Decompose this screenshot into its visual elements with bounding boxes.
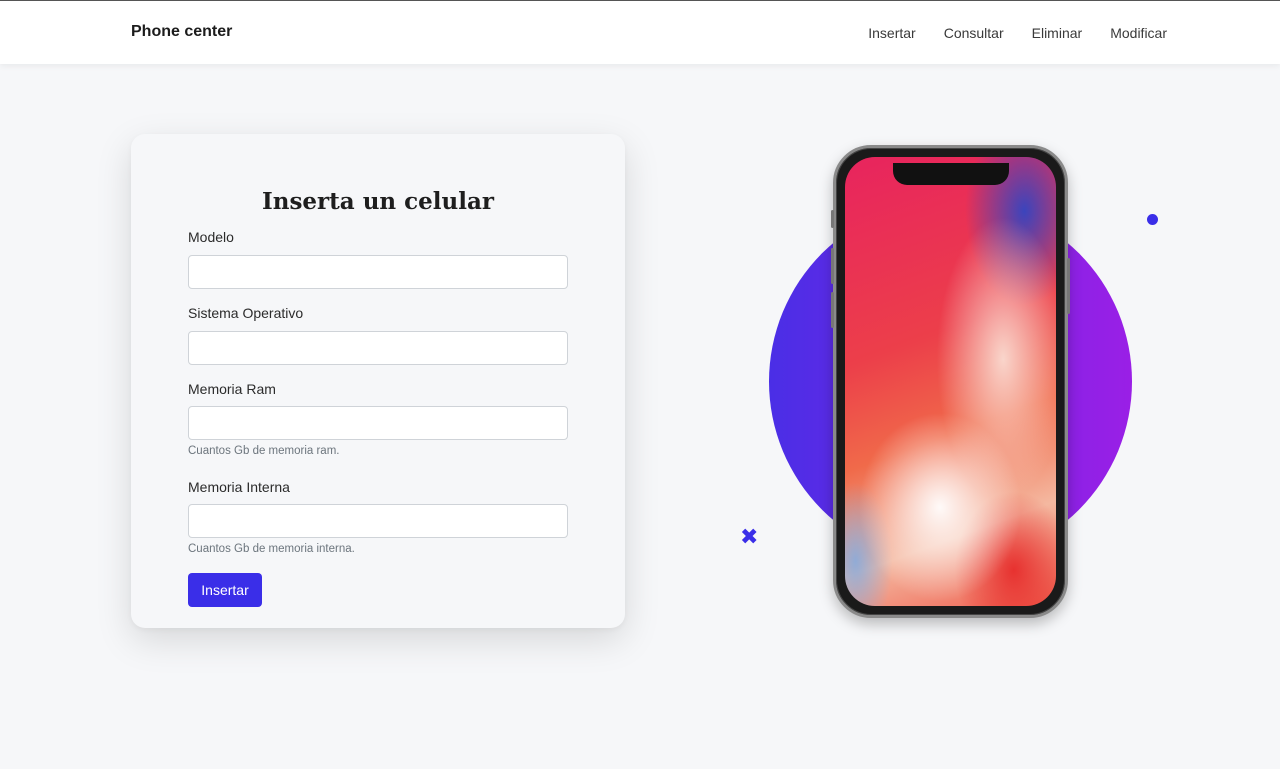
phone-volume-up	[831, 248, 834, 284]
navbar: Phone center Insertar Consultar Eliminar…	[0, 0, 1280, 64]
insertar-submit-button[interactable]: Insertar	[188, 573, 262, 607]
nav-links: Insertar Consultar Eliminar Modificar	[868, 25, 1167, 41]
phone-power-button	[1067, 258, 1070, 314]
phone-screen	[845, 157, 1056, 606]
nav-link-eliminar[interactable]: Eliminar	[1032, 25, 1083, 41]
insert-form-card: Inserta un celular Modelo Sistema Operat…	[131, 134, 625, 628]
nav-link-insertar[interactable]: Insertar	[868, 25, 915, 41]
memoria-interna-label: Memoria Interna	[188, 479, 290, 495]
phone-volume-down	[831, 292, 834, 328]
dot-decoration	[1147, 214, 1158, 225]
cross-icon: ✖	[740, 524, 759, 549]
phone-illustration: ✖	[730, 130, 1180, 630]
memoria-ram-input[interactable]	[188, 406, 568, 440]
memoria-interna-help: Cuantos Gb de memoria interna.	[188, 543, 355, 555]
sistema-operativo-input[interactable]	[188, 331, 568, 365]
smartphone-image	[831, 145, 1070, 618]
memoria-ram-help: Cuantos Gb de memoria ram.	[188, 445, 340, 457]
memoria-interna-input[interactable]	[188, 504, 568, 538]
nav-link-consultar[interactable]: Consultar	[944, 25, 1004, 41]
form-title: Inserta un celular	[261, 188, 495, 215]
modelo-input[interactable]	[188, 255, 568, 289]
memoria-ram-label: Memoria Ram	[188, 381, 276, 397]
phone-notch	[892, 163, 1009, 185]
sistema-operativo-label: Sistema Operativo	[188, 305, 304, 321]
modelo-label: Modelo	[188, 229, 234, 245]
nav-link-modificar[interactable]: Modificar	[1110, 25, 1167, 41]
brand-logo[interactable]: Phone center	[131, 23, 232, 41]
phone-mute-switch	[831, 210, 834, 228]
